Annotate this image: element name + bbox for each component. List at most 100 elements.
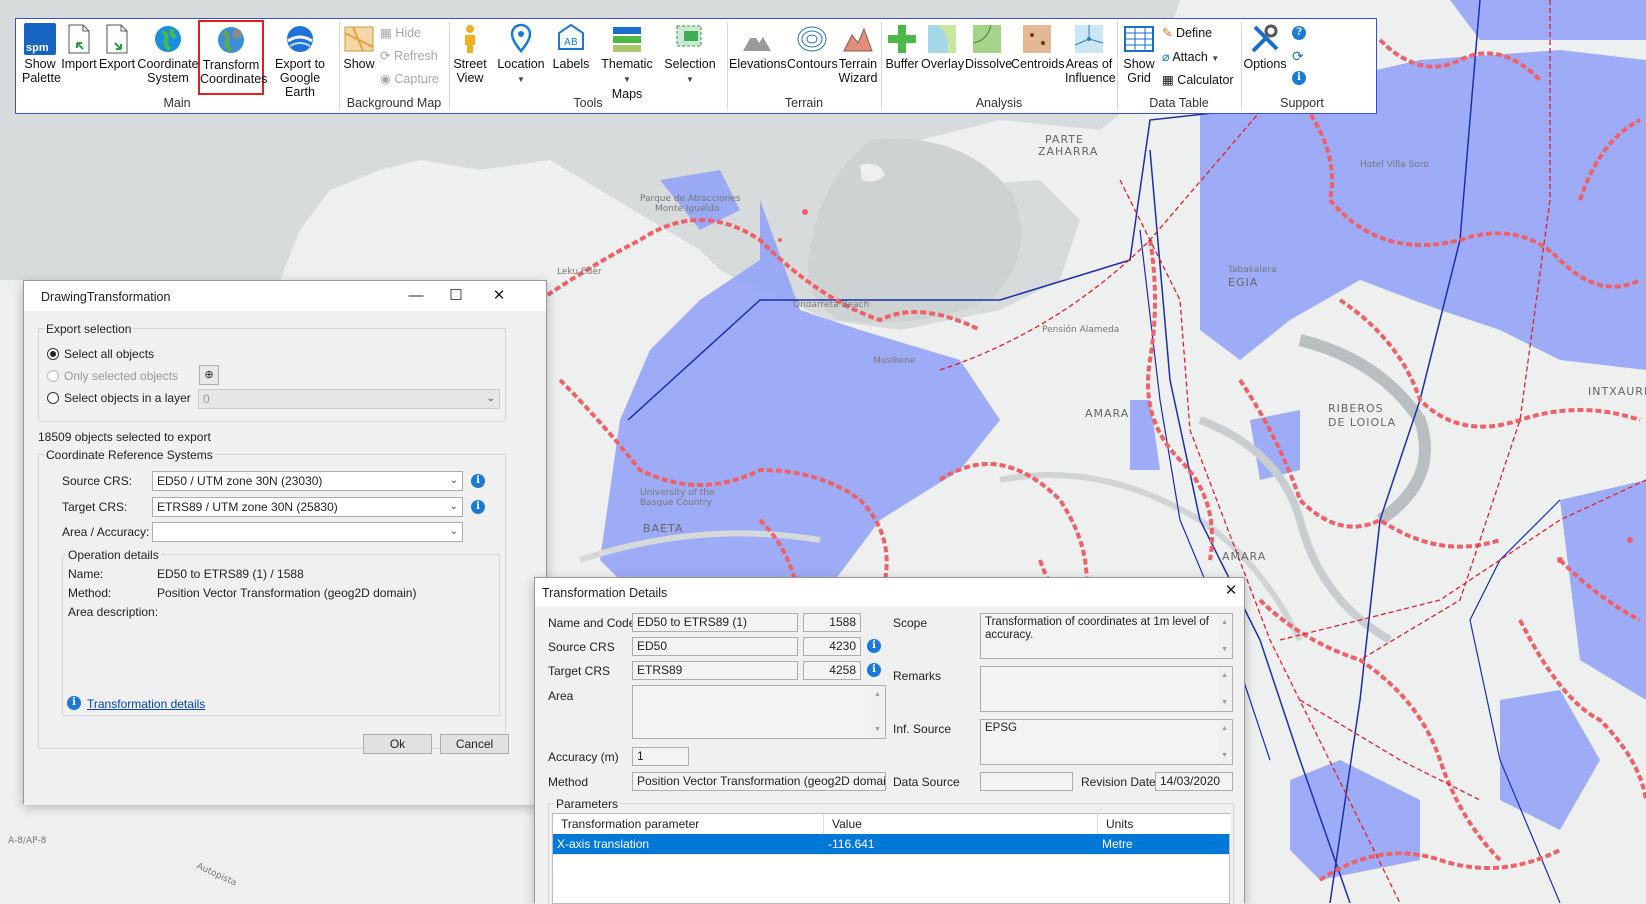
scrollbar[interactable] xyxy=(1218,720,1232,764)
show-map-button[interactable]: Show xyxy=(342,23,376,71)
location-button[interactable]: Location ▼ xyxy=(493,23,549,87)
source-code-field[interactable]: 4230 xyxy=(803,637,861,656)
minimize-button[interactable]: — xyxy=(402,284,430,308)
close-button[interactable]: ✕ xyxy=(1217,579,1245,603)
revision-date-field[interactable]: 14/03/2020 xyxy=(1155,772,1233,791)
thematic-maps-button[interactable]: Thematic ▼ Maps xyxy=(596,23,658,101)
contour-icon xyxy=(797,26,827,52)
labels-button[interactable]: AB Labels xyxy=(552,23,590,71)
centroids-button[interactable]: Centroids xyxy=(1011,23,1065,71)
target-crs-label: Target CRS: xyxy=(62,500,128,514)
map-label: Musikene xyxy=(873,356,916,366)
overlay-button[interactable]: Overlay xyxy=(921,23,964,71)
spm-logo: spm xyxy=(26,42,49,54)
parameters-table: Transformation parameter Value Units X-a… xyxy=(552,813,1231,904)
target-crs-select[interactable]: ETRS89 / UTM zone 30N (25830) ⌄ xyxy=(152,497,463,517)
target-crs-field[interactable]: ETRS89 xyxy=(632,661,798,680)
accuracy-field[interactable]: 1 xyxy=(632,747,689,766)
about-icon[interactable]: i xyxy=(1292,71,1306,85)
globe-transform-icon xyxy=(218,27,244,53)
target-info-icon[interactable]: i xyxy=(471,500,485,514)
button-label: Export xyxy=(99,57,136,71)
group-label-terrain: Terrain xyxy=(784,96,824,110)
source-info-icon[interactable]: i xyxy=(867,639,881,653)
select-layer-radio[interactable] xyxy=(47,392,59,404)
area-accuracy-select[interactable]: ⌄ xyxy=(152,522,463,542)
source-info-icon[interactable]: i xyxy=(471,474,485,488)
dissolve-button[interactable]: Dissolve xyxy=(965,23,1012,71)
column-header-parameter[interactable]: Transformation parameter xyxy=(553,814,824,834)
show-palette-button[interactable]: spm Show Palette xyxy=(22,23,61,85)
table-row[interactable] xyxy=(553,854,1229,875)
hide-button[interactable]: ▦ Hide xyxy=(380,25,421,40)
map-label: Leku Eder xyxy=(557,267,602,277)
select-all-radio[interactable] xyxy=(47,348,59,360)
buffer-button[interactable]: Buffer xyxy=(883,23,921,71)
location-pin-icon xyxy=(510,23,532,53)
contours-button[interactable]: Contours xyxy=(787,23,838,71)
ok-button[interactable]: Ok xyxy=(363,734,432,754)
button-label: Hide xyxy=(395,26,422,40)
areas-of-influence-button[interactable]: Areas of Influence xyxy=(1065,23,1116,85)
button-label: Elevations xyxy=(729,57,787,71)
data-source-field[interactable] xyxy=(980,772,1073,791)
column-header-units[interactable]: Units xyxy=(1098,814,1231,834)
update-icon[interactable]: ⟳ xyxy=(1292,48,1304,65)
target-info-icon[interactable]: i xyxy=(867,663,881,677)
options-button[interactable]: Options xyxy=(1243,23,1287,71)
group-label-background-map: Background Map xyxy=(346,96,442,110)
define-button[interactable]: ✎ Define xyxy=(1162,25,1212,40)
map-label: RIBEROS xyxy=(1328,402,1384,415)
inf-source-textarea[interactable]: EPSG xyxy=(980,719,1233,765)
close-button[interactable]: ✕ xyxy=(485,284,513,308)
pick-objects-button[interactable]: ⊕ xyxy=(199,365,219,385)
area-textarea[interactable] xyxy=(632,685,886,739)
import-button[interactable]: Import xyxy=(61,23,97,71)
export-google-earth-button[interactable]: Export to Google Earth xyxy=(266,23,334,99)
scrollbar[interactable] xyxy=(1218,614,1232,658)
name-field[interactable]: ED50 to ETRS89 (1) xyxy=(632,613,798,632)
target-code-field[interactable]: 4258 xyxy=(803,661,861,680)
button-label: Palette xyxy=(22,71,61,85)
coordinate-system-button[interactable]: Coordinate System xyxy=(137,23,199,85)
pegman-icon xyxy=(465,25,475,53)
transform-coordinates-button[interactable]: Transform Coordinates xyxy=(198,20,268,95)
scrollbar[interactable] xyxy=(1218,667,1232,711)
column-header-value[interactable]: Value xyxy=(824,814,1098,834)
button-label: Export to xyxy=(274,57,326,71)
chevron-down-icon: ⌄ xyxy=(449,475,458,486)
elevations-button[interactable]: Elevations xyxy=(729,23,787,71)
transformation-details-link[interactable]: Transformation details xyxy=(87,697,205,711)
cancel-button[interactable]: Cancel xyxy=(440,734,509,754)
dialog-titlebar[interactable]: DrawingTransformation — ☐ ✕ xyxy=(24,281,546,311)
export-button[interactable]: Export xyxy=(99,23,135,71)
capture-button[interactable]: ◉ Capture xyxy=(380,71,439,86)
scope-textarea[interactable]: Transformation of coordinates at 1m leve… xyxy=(980,613,1233,659)
button-label: Define xyxy=(1175,26,1213,40)
selection-button[interactable]: Selection ▼ xyxy=(660,23,720,87)
source-crs-select[interactable]: ED50 / UTM zone 30N (23030) ⌄ xyxy=(152,471,463,491)
code-field[interactable]: 1588 xyxy=(803,613,861,632)
map-label: BAETA xyxy=(643,522,684,535)
button-label: Coordinates xyxy=(200,72,268,86)
elevation-icon xyxy=(743,33,771,51)
help-icon[interactable]: ? xyxy=(1292,26,1306,40)
scrollbar[interactable] xyxy=(871,686,885,738)
maximize-button[interactable]: ☐ xyxy=(442,284,470,308)
layer-select[interactable]: 0 ⌄ xyxy=(198,389,500,409)
source-crs-field[interactable]: ED50 xyxy=(632,637,798,656)
centroid-icon xyxy=(1023,25,1051,53)
terrain-wizard-button[interactable]: Terrain Wizard xyxy=(838,23,878,85)
method-field[interactable]: Position Vector Transformation (geog2D d… xyxy=(632,772,886,791)
attach-button[interactable]: ⌀ Attach ▼ xyxy=(1162,49,1219,64)
button-label: Areas of xyxy=(1065,57,1113,71)
label-tag-icon: AB xyxy=(558,23,584,50)
show-grid-button[interactable]: Show Grid xyxy=(1120,23,1158,85)
dropdown-caret-icon: ▼ xyxy=(517,75,525,84)
remarks-textarea[interactable] xyxy=(980,666,1233,712)
refresh-button[interactable]: ⟳ Refresh xyxy=(380,48,438,63)
calculator-button[interactable]: ▦ Calculator xyxy=(1162,72,1234,87)
only-selected-radio[interactable] xyxy=(47,370,59,382)
table-row-selected[interactable]: X-axis translation -116.641 Metre xyxy=(553,834,1229,854)
street-view-button[interactable]: Street View xyxy=(452,23,488,85)
